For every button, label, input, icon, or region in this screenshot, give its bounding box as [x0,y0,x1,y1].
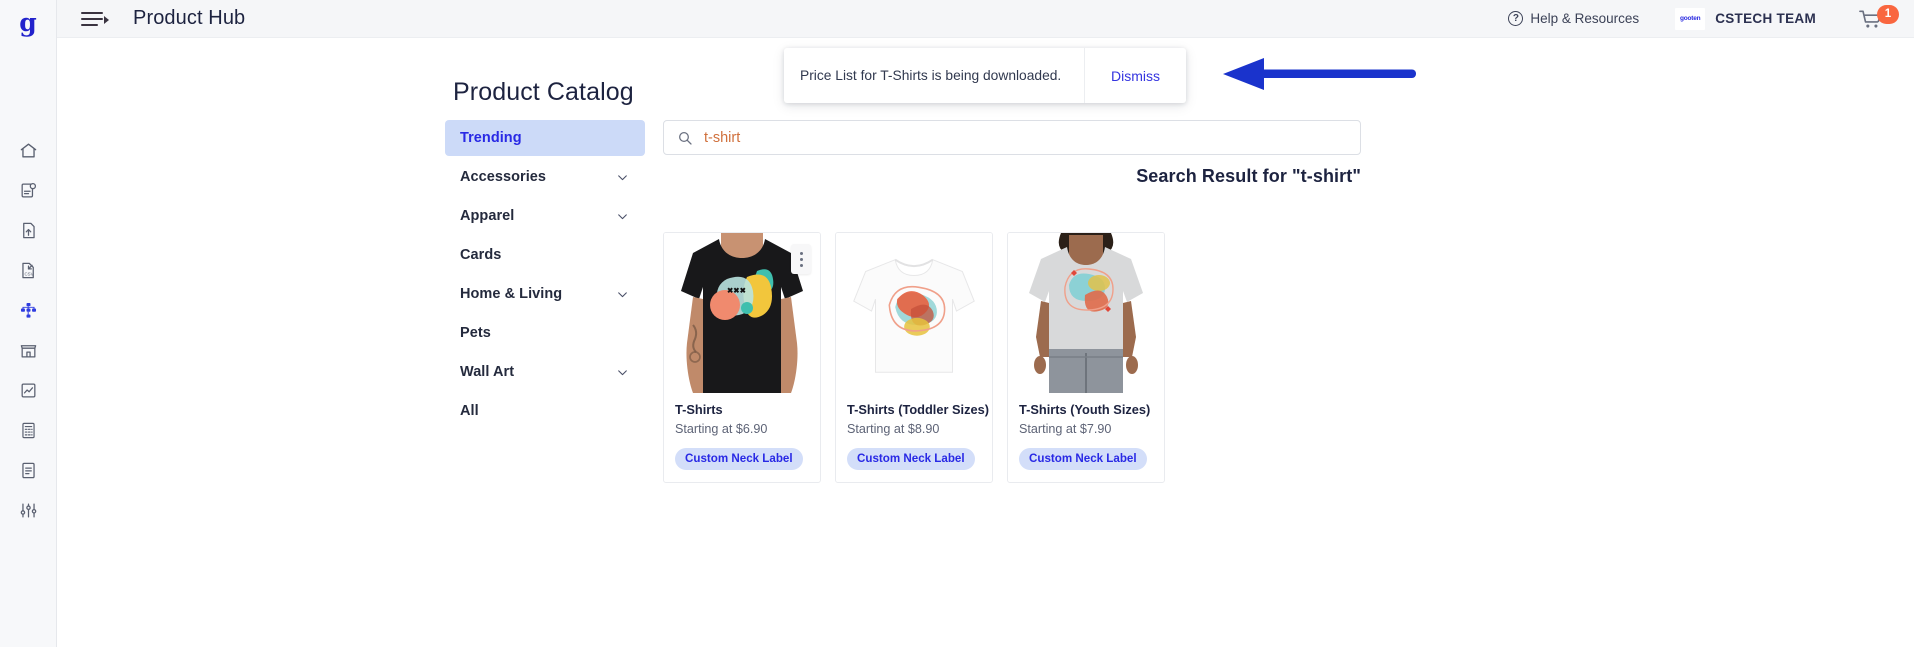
billing-grid-icon [21,422,35,438]
search-bar[interactable] [663,120,1361,155]
product-price: Starting at $8.90 [847,422,940,436]
category-label: Cards [460,247,502,263]
toast-dismiss-button[interactable]: Dismiss [1085,68,1186,84]
csv-import-icon: CSV [21,262,34,278]
rail-item-product-hub[interactable] [11,299,45,321]
category-label: Trending [460,130,522,146]
cart-button[interactable]: 1 [1858,4,1899,32]
rail-nav-list: CSV [0,139,56,521]
rail-item-orders[interactable] [11,179,45,201]
rail-item-documents[interactable] [11,459,45,481]
rail-item-upload[interactable] [11,219,45,241]
question-circle-icon: ? [1508,11,1524,26]
product-tag-custom-neck-label[interactable]: Custom Neck Label [1019,448,1147,470]
product-card[interactable]: T-Shirts (Youth Sizes) Starting at $7.90… [1007,232,1165,483]
analytics-report-icon [21,383,35,397]
help-label: Help & Resources [1530,11,1640,26]
product-image-youth-tshirt [1008,233,1164,393]
product-title: T-Shirts (Toddler Sizes) [847,402,989,417]
rail-item-billing[interactable] [11,419,45,441]
product-tag-custom-neck-label[interactable]: Custom Neck Label [675,448,803,470]
category-label: All [460,403,479,419]
product-price: Starting at $7.90 [1019,422,1112,436]
blue-arrow-annotation [1223,58,1416,90]
home-icon [20,142,36,158]
gooten-team-logo: gooten [1675,7,1706,30]
help-and-resources-link[interactable]: ? Help & Resources [1508,11,1639,26]
rail-item-storefront[interactable] [11,339,45,361]
product-hub-network-icon [20,302,36,318]
product-photo [836,233,992,393]
category-list: Trending Accessories Apparel Cards Home … [445,120,645,432]
product-title: T-Shirts [675,402,723,417]
svg-text:✖✖✖: ✖✖✖ [727,286,747,295]
settings-sliders-icon [20,503,36,517]
product-grid: ✖✖✖ T-Shirts Starting at $6.90 Custom Ne… [663,232,1165,483]
category-label: Pets [460,325,491,341]
product-more-options-button[interactable] [791,244,811,274]
gooten-logo[interactable]: g [0,0,56,44]
product-card[interactable]: T-Shirts (Toddler Sizes) Starting at $8.… [835,232,993,483]
product-image-toddler-tshirt [836,233,992,393]
category-label: Accessories [460,169,546,185]
category-item-trending[interactable]: Trending [445,120,645,156]
toast-message: Price List for T-Shirts is being downloa… [800,68,1062,83]
product-card-body: T-Shirts (Toddler Sizes) Starting at $8.… [836,393,992,482]
product-image-black-tshirt: ✖✖✖ [664,233,820,393]
menu-caret-icon [104,15,109,24]
chevron-down-icon [616,210,629,223]
category-item-apparel[interactable]: Apparel [445,198,645,234]
chevron-down-icon [616,288,629,301]
chevron-down-icon [616,171,629,184]
hamburger-icon[interactable] [81,8,109,30]
search-result-heading: Search Result for "t-shirt" [1136,166,1361,186]
category-item-accessories[interactable]: Accessories [445,159,645,195]
team-name: CSTECH TEAM [1715,11,1816,26]
rail-item-analytics[interactable] [11,379,45,401]
category-item-all[interactable]: All [445,393,645,429]
category-label: Apparel [460,208,515,224]
search-input[interactable] [704,129,1360,146]
category-label: Wall Art [460,364,515,380]
page-title: Product Catalog [453,78,634,106]
rail-item-csv-import[interactable]: CSV [11,259,45,281]
product-price: Starting at $6.90 [675,422,768,436]
product-photo [1008,233,1164,393]
category-item-pets[interactable]: Pets [445,315,645,351]
team-switcher[interactable]: gooten CSTECH TEAM [1675,7,1816,30]
category-item-cards[interactable]: Cards [445,237,645,273]
upload-document-icon [22,222,35,238]
svg-text:CSV: CSV [24,271,33,276]
app-title: Product Hub [133,7,246,29]
search-icon [677,130,693,146]
cart-count-badge: 1 [1877,4,1899,24]
product-card[interactable]: ✖✖✖ T-Shirts Starting at $6.90 Custom Ne… [663,232,821,483]
product-card-body: T-Shirts Starting at $6.90 Custom Neck L… [664,393,820,482]
documents-icon [21,462,35,478]
category-item-home-and-living[interactable]: Home & Living [445,276,645,312]
product-tag-custom-neck-label[interactable]: Custom Neck Label [847,448,975,470]
category-item-wall-art[interactable]: Wall Art [445,354,645,390]
orders-clipboard-icon [21,182,36,197]
rail-item-settings[interactable] [11,499,45,521]
page-canvas: Product Catalog Price List for T-Shirts … [57,38,1914,647]
left-icon-rail: g CSV [0,0,57,647]
chevron-down-icon [616,366,629,379]
rail-item-home[interactable] [11,139,45,161]
top-bar: Product Hub ? Help & Resources gooten CS… [57,0,1914,38]
download-toast: Price List for T-Shirts is being downloa… [784,48,1186,103]
storefront-icon [20,344,36,357]
product-card-body: T-Shirts (Youth Sizes) Starting at $7.90… [1008,393,1164,482]
product-title: T-Shirts (Youth Sizes) [1019,402,1151,417]
topbar-right-group: ? Help & Resources gooten CSTECH TEAM 1 [1508,4,1914,32]
category-label: Home & Living [460,286,563,302]
